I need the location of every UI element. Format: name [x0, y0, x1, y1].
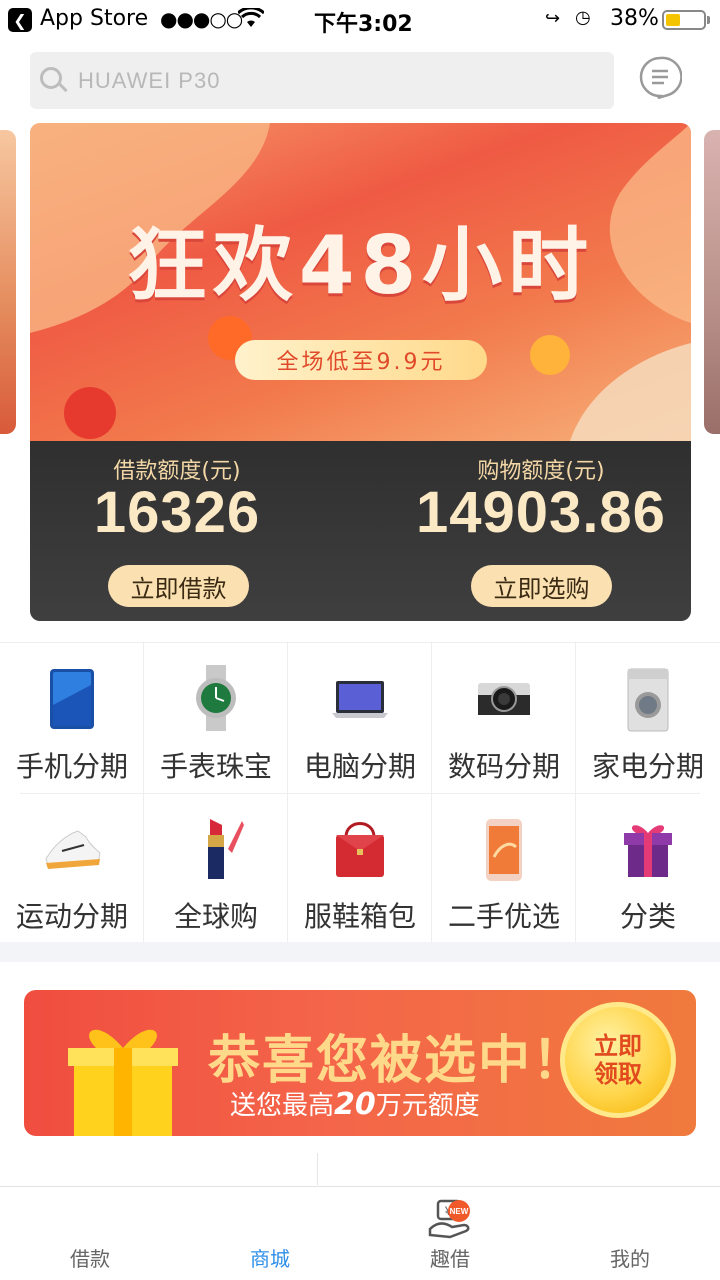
tab-label: 借款	[70, 1247, 110, 1271]
category-label: 数码分期	[447, 750, 560, 783]
battery-percent: 38%	[610, 6, 659, 31]
tab-profile[interactable]: 我的	[540, 1187, 720, 1280]
search-icon	[40, 66, 68, 95]
promo-subtitle-amount: 20	[334, 1087, 376, 1122]
status-time: 下午3:02	[314, 12, 413, 37]
tab-bar: 借款 商城 ¥ 趣借 我的	[0, 1186, 720, 1280]
shop-now-button[interactable]: 立即选购	[471, 565, 612, 607]
iphone-icon	[486, 819, 522, 881]
promo-title: 恭喜您被选中！	[208, 1031, 587, 1091]
tab-mall[interactable]: 商城	[180, 1187, 360, 1280]
battery-level	[666, 14, 680, 26]
tab-label: 趣借	[430, 1247, 470, 1271]
tab-fun-loan[interactable]: ¥ 趣借	[360, 1187, 540, 1280]
category-label: 运动分期	[15, 900, 128, 933]
category-label: 分类	[619, 900, 676, 933]
promo-banner[interactable]: 狂欢48小时 全场低至9.9元	[30, 123, 691, 441]
alarm-lock-icon: ◷	[575, 7, 591, 28]
laptop-icon	[332, 681, 388, 718]
tab-label: 我的	[610, 1247, 650, 1271]
phone-icon	[50, 669, 94, 729]
category-global[interactable]: 全球购	[144, 793, 288, 943]
tab-loan[interactable]: 借款	[0, 1187, 180, 1280]
promo-subtitle: 送您最高20万元额度	[230, 1085, 480, 1122]
handbag-icon	[336, 822, 384, 877]
loan-credit-value: 16326	[93, 480, 261, 545]
category-sports[interactable]: 运动分期	[0, 793, 144, 943]
claim-now-button[interactable]: 立即领取	[560, 1002, 676, 1118]
category-label: 服鞋箱包	[303, 900, 416, 933]
promo-subtitle-post: 万元额度	[375, 1091, 480, 1121]
battery-tip	[707, 16, 710, 24]
category-laptop[interactable]: 电脑分期	[288, 643, 432, 793]
category-all[interactable]: 分类	[576, 793, 720, 943]
back-app-label[interactable]: App Store	[40, 6, 148, 31]
search-placeholder: HUAWEI P30	[78, 67, 221, 93]
category-label: 手表珠宝	[159, 750, 272, 783]
shopping-credit: 购物额度(元) 14903.86 立即选购	[360, 441, 690, 621]
category-fashion[interactable]: 服鞋箱包	[288, 793, 432, 943]
section-divider-vertical	[317, 1153, 318, 1185]
camera-icon	[478, 683, 530, 715]
category-watch[interactable]: 手表珠宝	[144, 643, 288, 793]
lipstick-icon	[208, 819, 244, 879]
carousel-prev-slide[interactable]	[0, 130, 16, 434]
battery-icon	[662, 10, 706, 30]
credit-panel: 借款额度(元) 16326 立即借款 购物额度(元) 14903.86 立即选购	[30, 441, 691, 621]
new-badge: NEW	[448, 1200, 470, 1222]
promo-subtitle-pre: 送您最高	[230, 1091, 335, 1121]
back-icon[interactable]: ❮	[8, 8, 32, 32]
category-appliance[interactable]: 家电分期	[576, 643, 720, 793]
watch-icon	[196, 665, 236, 731]
message-bubble-icon[interactable]	[638, 55, 683, 100]
status-bar: ❮ App Store ●●●○○ 下午3:02 ↪ ◷ 38%	[0, 0, 720, 40]
category-camera[interactable]: 数码分期	[432, 643, 576, 793]
category-label: 手机分期	[15, 750, 128, 783]
category-label: 全球购	[173, 900, 258, 933]
category-label: 二手优选	[447, 900, 560, 933]
search-bar[interactable]: HUAWEI P30	[30, 52, 614, 109]
category-grid: 手机分期 手表珠宝 电脑分期 数码分期 家电分期 运动分期 全球购 服鞋箱包 二…	[0, 642, 720, 943]
selected-promo-banner[interactable]: 恭喜您被选中！ 送您最高20万元额度 立即领取	[24, 990, 696, 1136]
gift-box-icon	[624, 825, 672, 877]
carousel-next-slide[interactable]	[704, 130, 720, 434]
section-divider	[0, 942, 720, 962]
washing-machine-icon	[627, 668, 669, 732]
banner-title: 狂欢48小时	[126, 219, 595, 312]
borrow-now-button[interactable]: 立即借款	[108, 565, 249, 607]
category-label: 电脑分期	[303, 750, 416, 783]
sneaker-icon	[45, 830, 101, 869]
gift-icon	[68, 1029, 178, 1136]
banner-subtitle: 全场低至9.9元	[235, 340, 487, 380]
category-label: 家电分期	[591, 750, 704, 783]
claim-now-label: 立即领取	[594, 1032, 642, 1088]
loan-credit: 借款额度(元) 16326 立即借款	[30, 441, 360, 621]
tab-label: 商城	[250, 1247, 290, 1271]
rotation-lock-icon: ↪	[545, 8, 561, 29]
category-secondhand[interactable]: 二手优选	[432, 793, 576, 943]
wifi-icon	[236, 6, 266, 34]
signal-dots-icon: ●●●○○	[160, 7, 243, 31]
category-phone[interactable]: 手机分期	[0, 643, 144, 793]
shopping-credit-value: 14903.86	[416, 480, 666, 545]
